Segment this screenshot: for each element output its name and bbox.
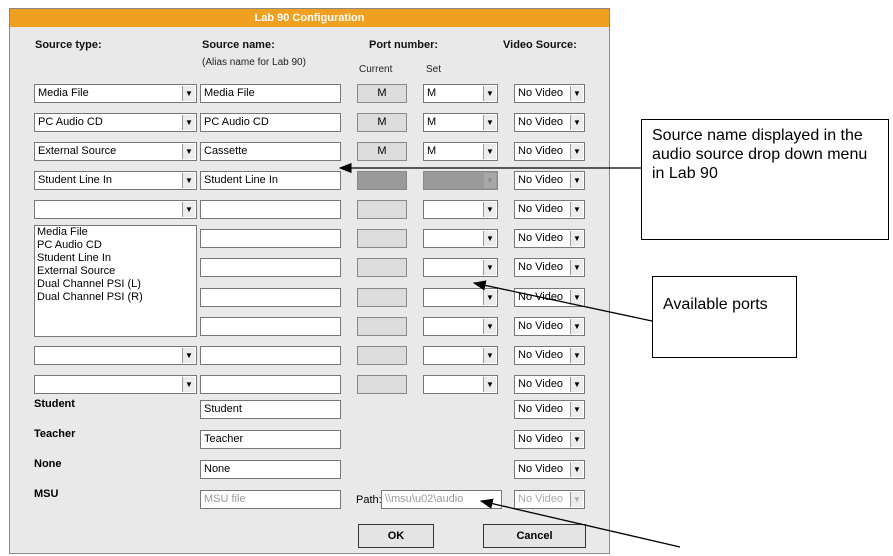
arrow-to-path [479, 498, 681, 548]
arrow-to-ports [472, 280, 653, 322]
annotation-arrows [338, 162, 681, 548]
